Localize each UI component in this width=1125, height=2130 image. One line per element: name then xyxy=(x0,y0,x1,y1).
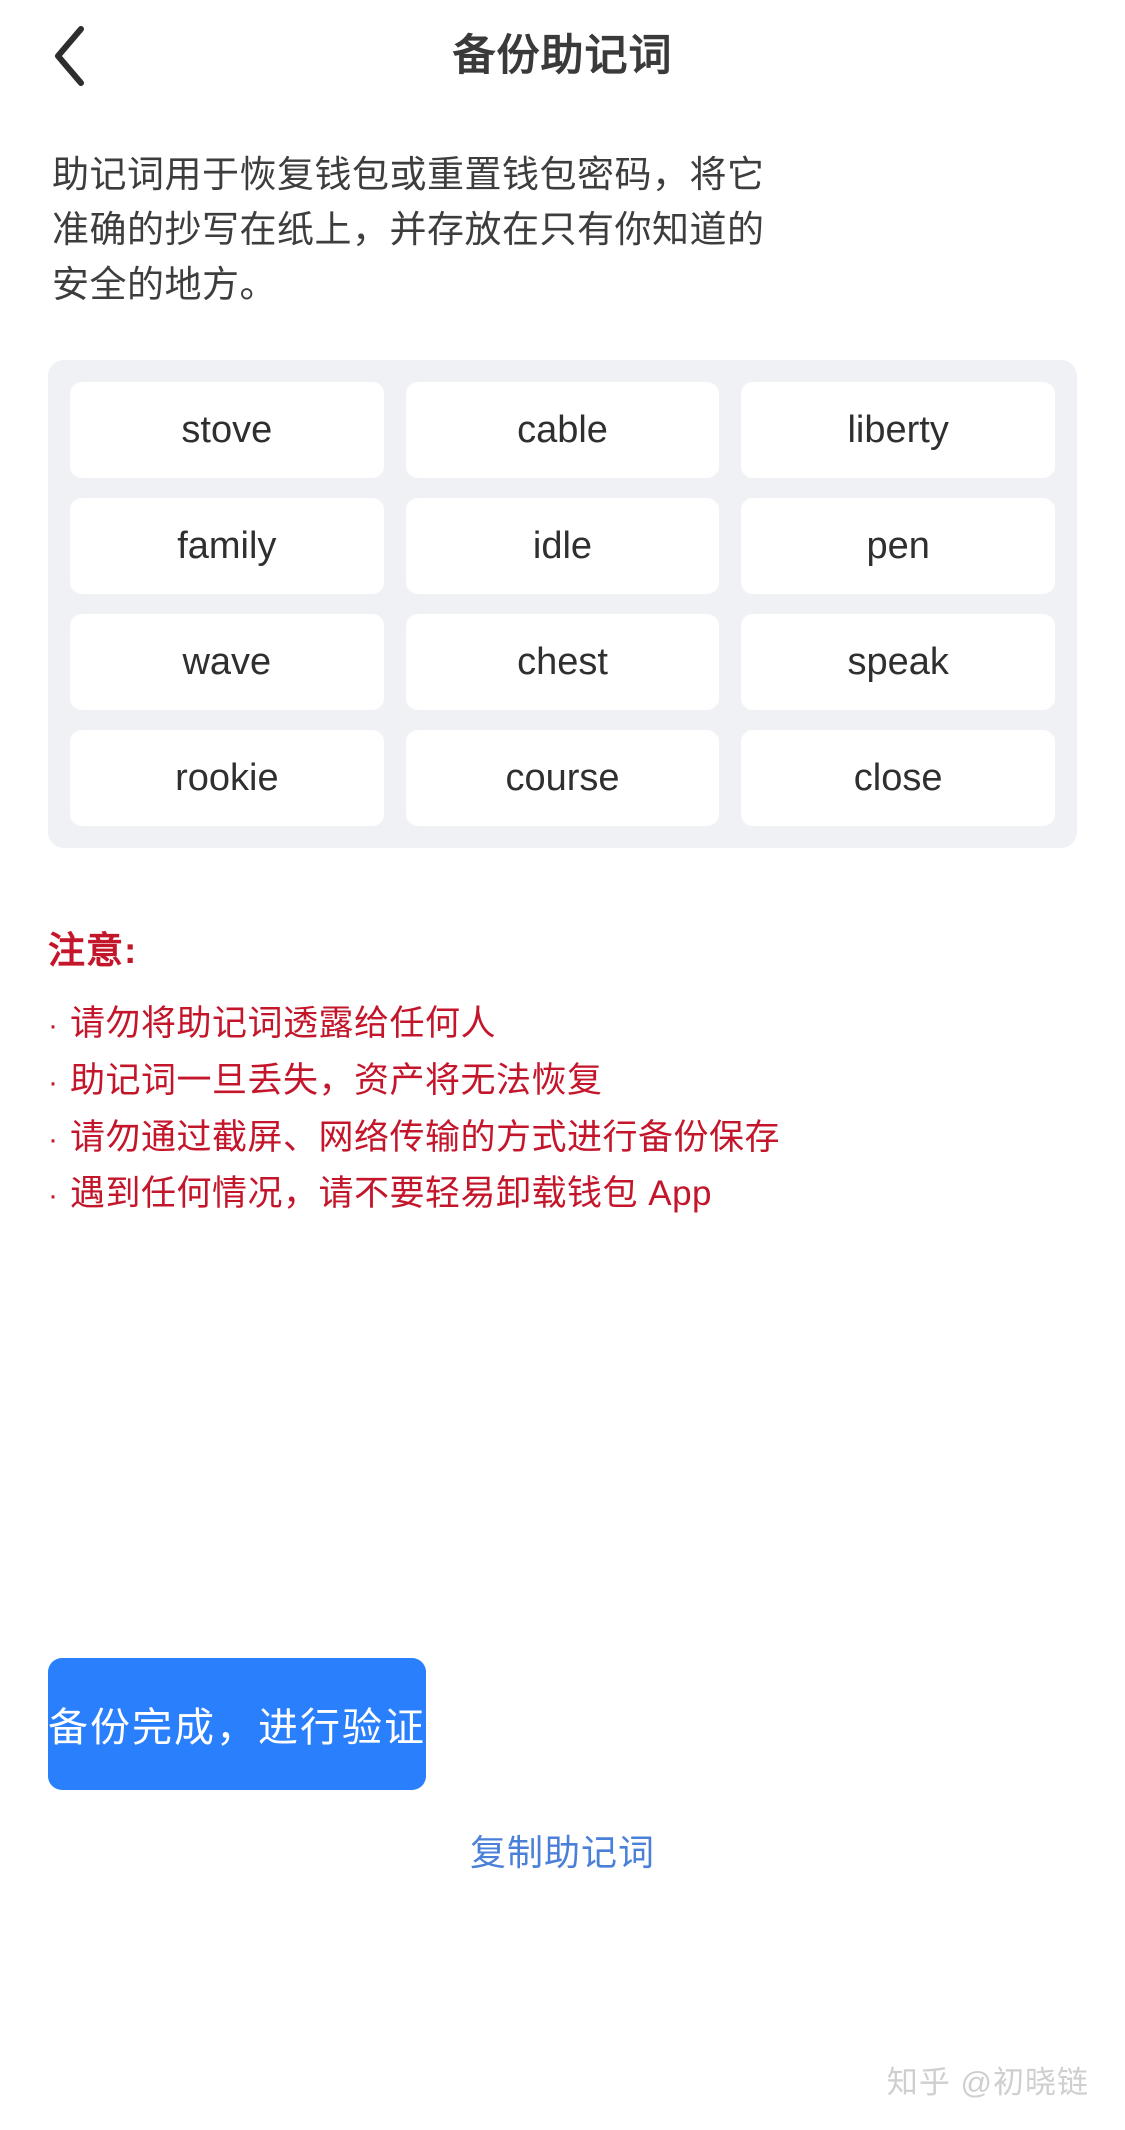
watermark: 知乎 @初晓链 xyxy=(886,2065,1089,2100)
warning-item-label: 请勿通过截屏、网络传输的方式进行备份保存 xyxy=(70,1117,781,1157)
bullet-icon: · xyxy=(48,1122,59,1156)
warning-item-label: 助记词一旦丢失，资产将无法恢复 xyxy=(70,1060,603,1100)
page-title: 备份助记词 xyxy=(452,31,673,80)
mnemonic-word: liberty xyxy=(741,382,1055,479)
warning-title: 注意: xyxy=(48,930,138,972)
mnemonic-grid: stove cable liberty family idle pen wave… xyxy=(48,360,1077,849)
mnemonic-word: stove xyxy=(70,382,384,479)
bullet-icon: · xyxy=(48,1009,59,1043)
mnemonic-word: pen xyxy=(741,498,1055,595)
mnemonic-word: rookie xyxy=(70,730,384,827)
warning-item: · 助记词一旦丢失，资产将无法恢复 xyxy=(48,1053,1077,1110)
app-header: 备份助记词 xyxy=(0,0,1125,112)
mnemonic-word: family xyxy=(70,498,384,595)
warning-section: 注意: · 请勿将助记词透露给任何人 · 助记词一旦丢失，资产将无法恢复 · 请… xyxy=(48,920,1077,1223)
mnemonic-word: idle xyxy=(405,498,720,595)
mnemonic-word: chest xyxy=(405,614,720,711)
mnemonic-word: wave xyxy=(70,614,384,711)
mnemonic-word: cable xyxy=(405,382,720,479)
warning-item: · 请勿将助记词透露给任何人 xyxy=(48,996,1077,1053)
mnemonic-word: course xyxy=(405,730,720,827)
warning-list: · 请勿将助记词透露给任何人 · 助记词一旦丢失，资产将无法恢复 · 请勿通过截… xyxy=(48,996,1077,1223)
mnemonic-word: speak xyxy=(741,614,1055,711)
bullet-icon: · xyxy=(48,1179,59,1213)
description-text: 助记词用于恢复钱包或重置钱包密码，将它准确的抄写在纸上，并存放在只有你知道的安全… xyxy=(52,154,765,305)
warning-item: · 请勿通过截屏、网络传输的方式进行备份保存 xyxy=(48,1110,1077,1167)
copy-mnemonic-link[interactable]: 复制助记词 xyxy=(0,1824,1125,1876)
mnemonic-word: close xyxy=(741,730,1055,827)
warning-item-label: 请勿将助记词透露给任何人 xyxy=(70,1004,497,1044)
action-area: 备份完成，进行验证 复制助记词 xyxy=(0,1658,1125,1876)
warning-item: · 遇到任何情况，请不要轻易卸载钱包 App xyxy=(48,1166,1077,1223)
back-button[interactable] xyxy=(34,21,104,91)
chevron-left-icon xyxy=(51,25,87,87)
verify-backup-button[interactable]: 备份完成，进行验证 xyxy=(48,1658,426,1790)
bullet-icon: · xyxy=(48,1065,59,1099)
warning-item-label: 遇到任何情况，请不要轻易卸载钱包 App xyxy=(70,1174,713,1214)
